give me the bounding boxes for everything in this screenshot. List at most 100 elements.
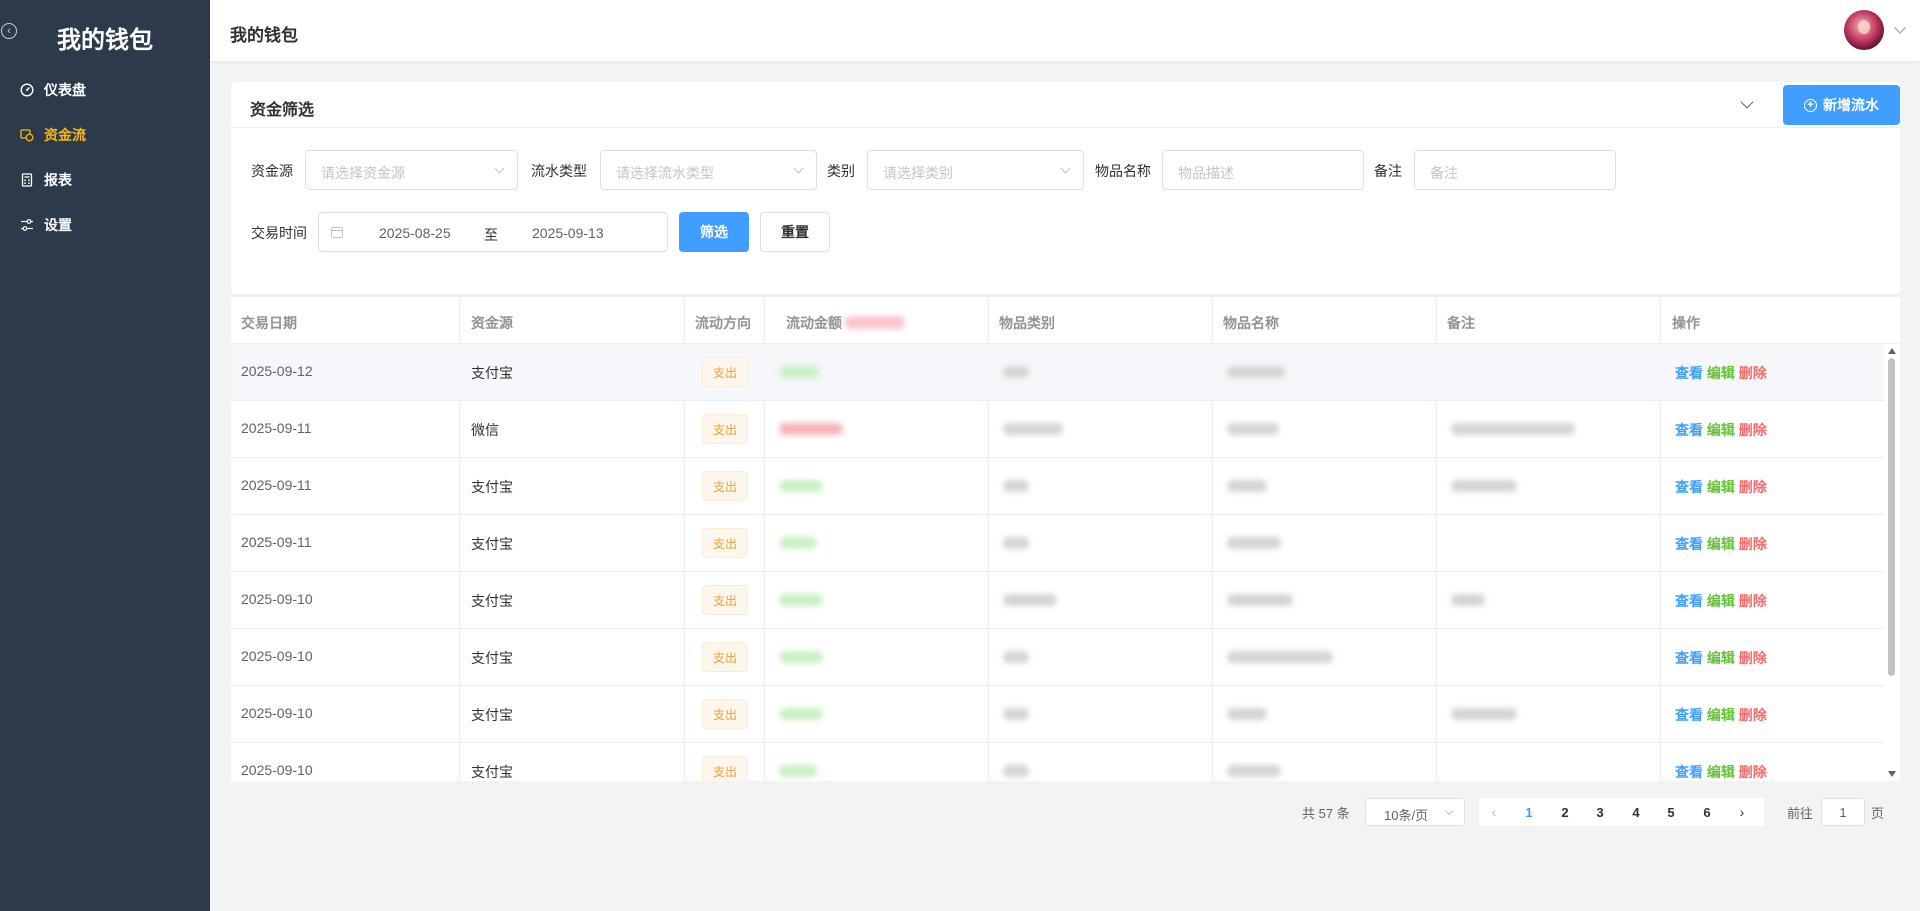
blurred-amount bbox=[779, 651, 823, 663]
blurred-category bbox=[1003, 594, 1057, 606]
chevron-down-icon bbox=[793, 163, 804, 174]
sidebar-item-reports[interactable]: 报表 bbox=[0, 157, 210, 202]
blurred-remark bbox=[1451, 423, 1575, 435]
blurred-amount bbox=[779, 423, 843, 435]
goto-page-input[interactable]: 1 bbox=[1821, 798, 1865, 826]
blurred-item-name bbox=[1227, 765, 1281, 777]
sidebar-item-label: 仪表盘 bbox=[44, 81, 86, 98]
blurred-category bbox=[1003, 651, 1029, 663]
page-5-button[interactable]: 5 bbox=[1656, 798, 1686, 826]
page-6-button[interactable]: 6 bbox=[1692, 798, 1722, 826]
delete-button[interactable]: 删除 bbox=[1739, 422, 1767, 438]
chevron-down-icon[interactable] bbox=[1894, 22, 1906, 34]
scrollbar-thumb[interactable] bbox=[1888, 358, 1895, 676]
sidebar-item-dashboard[interactable]: 仪表盘 bbox=[0, 67, 210, 112]
cell-source: 支付宝 bbox=[471, 593, 513, 609]
date-start[interactable]: 2025-08-25 bbox=[379, 225, 451, 241]
collapse-chevron-icon[interactable] bbox=[1740, 95, 1754, 109]
filter-button[interactable]: 筛选 bbox=[679, 212, 749, 252]
edit-button[interactable]: 编辑 bbox=[1707, 365, 1735, 381]
col-actions: 操作 bbox=[1672, 315, 1700, 331]
scroll-up-icon[interactable] bbox=[1888, 348, 1896, 354]
category-select[interactable]: 请选择类别 bbox=[867, 150, 1084, 190]
edit-button[interactable]: 编辑 bbox=[1707, 479, 1735, 495]
date-separator: 至 bbox=[484, 227, 498, 243]
table-scrollbar[interactable] bbox=[1884, 344, 1900, 781]
table-row[interactable]: 2025-09-10 支付宝 支出 查看 编辑 删除 bbox=[231, 686, 1884, 743]
reset-button[interactable]: 重置 bbox=[760, 212, 830, 252]
prev-page-button[interactable]: ‹ bbox=[1479, 798, 1509, 826]
edit-button[interactable]: 编辑 bbox=[1707, 707, 1735, 723]
delete-button[interactable]: 删除 bbox=[1739, 479, 1767, 495]
page-4-button[interactable]: 4 bbox=[1621, 798, 1651, 826]
table-row[interactable]: 2025-09-11 支付宝 支出 查看 编辑 删除 bbox=[231, 458, 1884, 515]
cell-date: 2025-09-10 bbox=[241, 705, 313, 721]
sidebar-item-money-flow[interactable]: 资金流 bbox=[0, 112, 210, 157]
page-1-button[interactable]: 1 bbox=[1514, 798, 1544, 826]
edit-button[interactable]: 编辑 bbox=[1707, 536, 1735, 552]
date-end[interactable]: 2025-09-13 bbox=[532, 225, 604, 241]
remark-input[interactable]: 备注 bbox=[1414, 150, 1616, 190]
view-button[interactable]: 查看 bbox=[1675, 365, 1703, 381]
page-3-button[interactable]: 3 bbox=[1585, 798, 1615, 826]
cell-date: 2025-09-10 bbox=[241, 648, 313, 664]
flow-type-select[interactable]: 请选择流水类型 bbox=[600, 150, 817, 190]
direction-tag: 支出 bbox=[702, 642, 748, 672]
blurred-item-name bbox=[1227, 594, 1293, 606]
blurred-item-name bbox=[1227, 537, 1281, 549]
row-actions: 查看 编辑 删除 bbox=[1675, 420, 1767, 440]
blurred-item-name bbox=[1227, 366, 1285, 378]
edit-button[interactable]: 编辑 bbox=[1707, 593, 1735, 609]
date-range-picker[interactable]: 2025-08-25 至 2025-09-13 bbox=[318, 212, 668, 252]
col-amount: 流动金额 bbox=[786, 315, 842, 331]
avatar[interactable] bbox=[1844, 10, 1884, 50]
blurred-remark bbox=[1451, 594, 1485, 606]
edit-button[interactable]: 编辑 bbox=[1707, 650, 1735, 666]
row-actions: 查看 编辑 删除 bbox=[1675, 648, 1767, 668]
scroll-down-icon[interactable] bbox=[1888, 771, 1896, 777]
view-button[interactable]: 查看 bbox=[1675, 422, 1703, 438]
view-button[interactable]: 查看 bbox=[1675, 764, 1703, 780]
sidebar-item-settings[interactable]: 设置 bbox=[0, 202, 210, 247]
blurred-amount bbox=[779, 765, 817, 777]
sliders-icon bbox=[20, 218, 34, 232]
page-2-button[interactable]: 2 bbox=[1550, 798, 1580, 826]
item-name-input[interactable]: 物品描述 bbox=[1162, 150, 1364, 190]
delete-button[interactable]: 删除 bbox=[1739, 536, 1767, 552]
item-name-label: 物品名称 bbox=[1095, 163, 1151, 179]
row-actions: 查看 编辑 删除 bbox=[1675, 363, 1767, 383]
edit-button[interactable]: 编辑 bbox=[1707, 764, 1735, 780]
view-button[interactable]: 查看 bbox=[1675, 536, 1703, 552]
date-label: 交易时间 bbox=[251, 225, 307, 241]
sidebar-item-label: 资金流 bbox=[44, 126, 86, 143]
delete-button[interactable]: 删除 bbox=[1739, 764, 1767, 780]
delete-button[interactable]: 删除 bbox=[1739, 365, 1767, 381]
view-button[interactable]: 查看 bbox=[1675, 707, 1703, 723]
delete-button[interactable]: 删除 bbox=[1739, 707, 1767, 723]
delete-button[interactable]: 删除 bbox=[1739, 593, 1767, 609]
row-actions: 查看 编辑 删除 bbox=[1675, 762, 1767, 781]
table-row[interactable]: 2025-09-12 支付宝 支出 查看 编辑 删除 bbox=[231, 344, 1884, 401]
calendar-icon[interactable] bbox=[331, 227, 343, 238]
blurred-category bbox=[1003, 708, 1029, 720]
dashboard-icon bbox=[20, 82, 34, 97]
page-size-select[interactable]: 10条/页 bbox=[1365, 798, 1465, 826]
add-record-label: 新增流水 bbox=[1823, 97, 1879, 113]
table-row[interactable]: 2025-09-11 微信 支出 查看 编辑 删除 bbox=[231, 401, 1884, 458]
view-button[interactable]: 查看 bbox=[1675, 479, 1703, 495]
calculator-icon bbox=[20, 172, 34, 187]
edit-button[interactable]: 编辑 bbox=[1707, 422, 1735, 438]
page-title: 我的钱包 bbox=[230, 26, 298, 45]
filter-title: 资金筛选 bbox=[250, 102, 315, 119]
cell-source: 支付宝 bbox=[471, 365, 513, 381]
table-row[interactable]: 2025-09-10 支付宝 支出 查看 编辑 删除 bbox=[231, 629, 1884, 686]
table-row[interactable]: 2025-09-11 支付宝 支出 查看 编辑 删除 bbox=[231, 515, 1884, 572]
add-record-button[interactable]: + 新增流水 bbox=[1783, 85, 1900, 125]
source-select[interactable]: 请选择资金源 bbox=[305, 150, 518, 190]
next-page-button[interactable]: › bbox=[1727, 798, 1757, 826]
delete-button[interactable]: 删除 bbox=[1739, 650, 1767, 666]
table-row[interactable]: 2025-09-10 支付宝 支出 查看 编辑 删除 bbox=[231, 743, 1884, 781]
view-button[interactable]: 查看 bbox=[1675, 650, 1703, 666]
table-row[interactable]: 2025-09-10 支付宝 支出 查看 编辑 删除 bbox=[231, 572, 1884, 629]
view-button[interactable]: 查看 bbox=[1675, 593, 1703, 609]
